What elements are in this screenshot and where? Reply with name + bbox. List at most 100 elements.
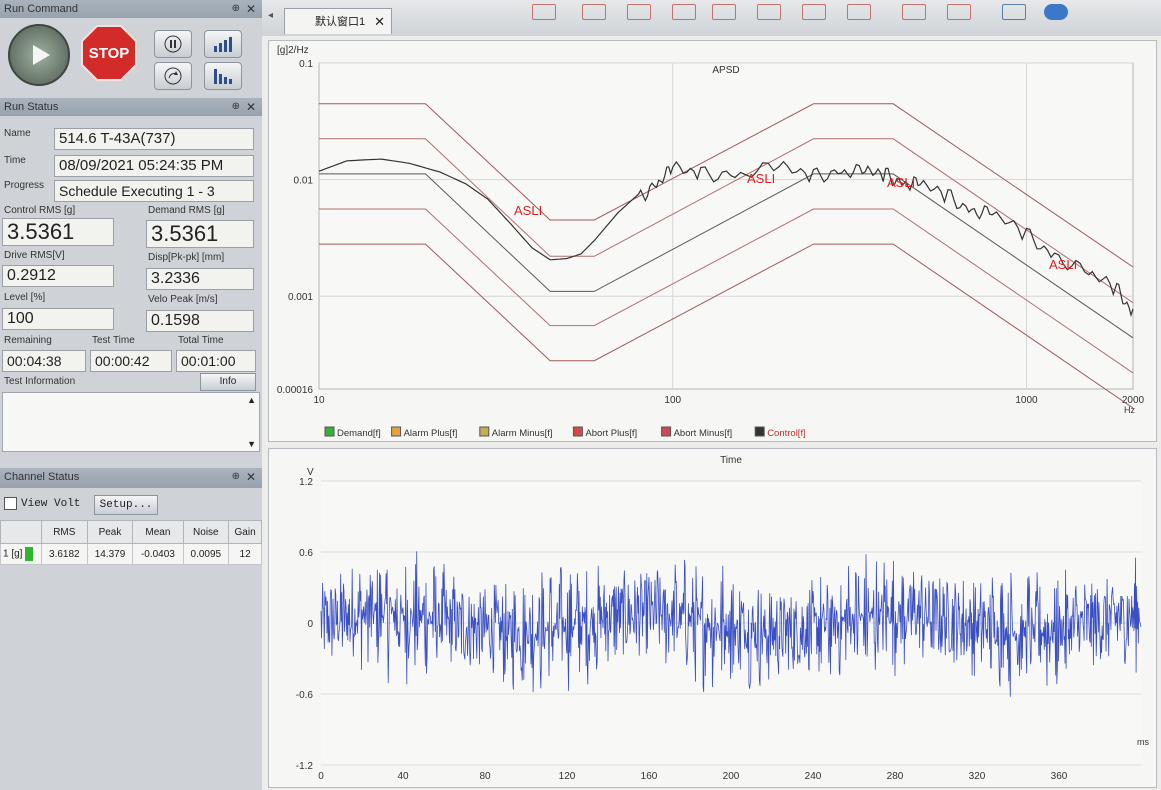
col-header	[0, 520, 42, 544]
x-tick-label: 200	[723, 771, 740, 782]
toolbar-icon[interactable]	[757, 4, 781, 20]
annotation-label: ASLI	[747, 171, 775, 186]
redo-icon	[164, 67, 182, 85]
toolbar-icon[interactable]	[532, 4, 556, 20]
apsd-plot[interactable]: 10 100 1000 2000 0.1 0.01 0.001 0.00016 [g]2/Hz H…	[268, 40, 1157, 442]
channel-ok-indicator	[25, 547, 34, 561]
level-down-button[interactable]	[204, 62, 242, 90]
tab-default-window[interactable]: 默认窗口1 ✕	[284, 8, 392, 34]
toolbar-icon[interactable]	[627, 4, 651, 20]
toolbar-icon[interactable]	[1044, 4, 1068, 20]
y-tick-label: 0.6	[299, 548, 313, 559]
channel-table-header: RMS Peak Mean Noise Gain	[0, 520, 262, 544]
run-status-title: Run Status ⊕ ✕	[0, 98, 262, 116]
toolbar-icon[interactable]	[947, 4, 971, 20]
annotation-label: ASLI	[887, 175, 915, 190]
col-header: RMS	[41, 520, 88, 544]
total-time-value: 00:01:00	[176, 350, 256, 372]
col-header: Noise	[182, 520, 230, 544]
x-tick-label: 100	[664, 395, 681, 406]
apsd-chart[interactable]: 10 100 1000 20000.10.010.0010.00016[g]2/HzH…	[269, 41, 1154, 439]
close-icon[interactable]: ✕	[246, 468, 256, 486]
scroll-up-icon[interactable]: ▲	[247, 395, 256, 405]
legend-swatch	[324, 426, 335, 437]
toolbar-icon[interactable]	[582, 4, 606, 20]
annotation-label: ASLI	[514, 203, 542, 218]
y-axis-label: V	[307, 467, 314, 478]
run-command-title: Run Command ⊕ ✕	[0, 0, 262, 18]
gain-cell: 12	[228, 543, 262, 565]
peak-cell: 14.379	[86, 543, 134, 565]
toolbar-icon[interactable]	[847, 4, 871, 20]
pin-icon[interactable]: ⊕	[232, 98, 240, 116]
view-volt-checkbox[interactable]: View Volt	[4, 497, 80, 510]
legend-entry: Alarm Plus[f]	[404, 428, 458, 439]
stop-button[interactable]: STOP	[80, 24, 138, 82]
chart-title: Time	[720, 455, 742, 466]
view-volt-label: View Volt	[21, 497, 81, 510]
close-icon[interactable]: ✕	[246, 98, 256, 116]
channel-table: RMS Peak Mean Noise Gain 1 [g] 3.6182 14…	[0, 520, 262, 565]
x-tick-label: 10	[313, 395, 325, 406]
total-time-label: Total Time	[178, 335, 224, 346]
setup-button[interactable]: Setup...	[94, 495, 158, 515]
control-rms-label: Control RMS [g]	[4, 205, 76, 216]
drive-rms-value: 0.2912	[2, 265, 114, 287]
progress-label: Progress	[4, 180, 45, 191]
table-row[interactable]: 1 [g] 3.6182 14.379 -0.0403 0.0095 12	[0, 543, 262, 565]
y-tick-label: -1.2	[296, 761, 314, 772]
legend-entry: Control[f]	[767, 428, 806, 439]
control-rms-value: 3.5361	[2, 218, 114, 246]
scroll-down-icon[interactable]: ▼	[247, 439, 256, 449]
x-tick-label: 1000	[1015, 395, 1038, 406]
checkbox-box[interactable]	[4, 497, 17, 510]
play-icon	[33, 45, 50, 65]
y-tick-label: 0.00016	[277, 385, 314, 396]
play-button[interactable]	[8, 24, 70, 86]
pause-icon	[164, 35, 182, 53]
time-plot[interactable]: 1.2 0.6 0 -0.6 -1.2 0 40 80 120 160 200 240 280 320 36…	[268, 448, 1157, 788]
demand-rms-label: Demand RMS [g]	[148, 205, 225, 216]
x-tick-label: 0	[318, 771, 324, 782]
info-button[interactable]: Info	[200, 373, 256, 391]
close-icon[interactable]: ✕	[246, 0, 256, 18]
stop-label: STOP	[88, 44, 130, 62]
plot-area: 10 100 1000 200 0 0.1 0.01 0.001 0.00016 [g]2/Hz H…	[262, 36, 1161, 790]
level-label: Level [%]	[4, 292, 46, 303]
pin-icon[interactable]: ⊕	[232, 468, 240, 486]
toolbar-icon[interactable]	[1002, 4, 1026, 20]
toolbar-icon[interactable]	[902, 4, 926, 20]
legend-swatch	[572, 426, 583, 437]
x-tick-label: 280	[887, 771, 904, 782]
tab-label: 默认窗口1	[315, 16, 366, 28]
test-info-textarea[interactable]: ▲ ▼	[2, 392, 260, 452]
pause-button[interactable]	[154, 30, 192, 58]
legend-entry: Abort Plus[f]	[585, 428, 637, 439]
toolbar-icon[interactable]	[712, 4, 736, 20]
demand-rms-value: 3.5361	[146, 220, 254, 248]
legend-swatch	[661, 426, 672, 437]
chart-title: APSD	[712, 65, 739, 76]
bar-down-icon	[214, 69, 232, 84]
progress-value: Schedule Executing 1 - 3	[54, 180, 254, 202]
legend-entry: Alarm Minus[f]	[492, 428, 553, 439]
time-chart[interactable]: 1.2 0.6 0 -0.6 -1.2 0 40 80 120 160 200 240 280 320 36…	[269, 449, 1154, 785]
toolbar-icon[interactable]	[802, 4, 826, 20]
level-value: 100	[2, 308, 114, 330]
time-value: 08/09/2021 05:24:35 PM	[54, 155, 254, 177]
x-tick-label: 80	[479, 771, 491, 782]
test-time-label: Test Time	[92, 335, 135, 346]
toolbar-icon[interactable]	[672, 4, 696, 20]
y-tick-label: 1.2	[299, 477, 313, 488]
continue-button[interactable]	[154, 62, 192, 90]
scroll-left-icon[interactable]: ◂	[268, 10, 273, 21]
disp-label: Disp[Pk-pk] [mm]	[148, 252, 225, 263]
y-tick-label: 0	[307, 619, 313, 630]
x-tick-label: 160	[641, 771, 658, 782]
x-tick-label: 360	[1051, 771, 1068, 782]
level-up-button[interactable]	[204, 30, 242, 58]
legend-entry: Abort Minus[f]	[674, 428, 733, 439]
close-tab-icon[interactable]: ✕	[374, 9, 385, 35]
remaining-value: 00:04:38	[2, 350, 86, 372]
pin-icon[interactable]: ⊕	[232, 0, 240, 18]
